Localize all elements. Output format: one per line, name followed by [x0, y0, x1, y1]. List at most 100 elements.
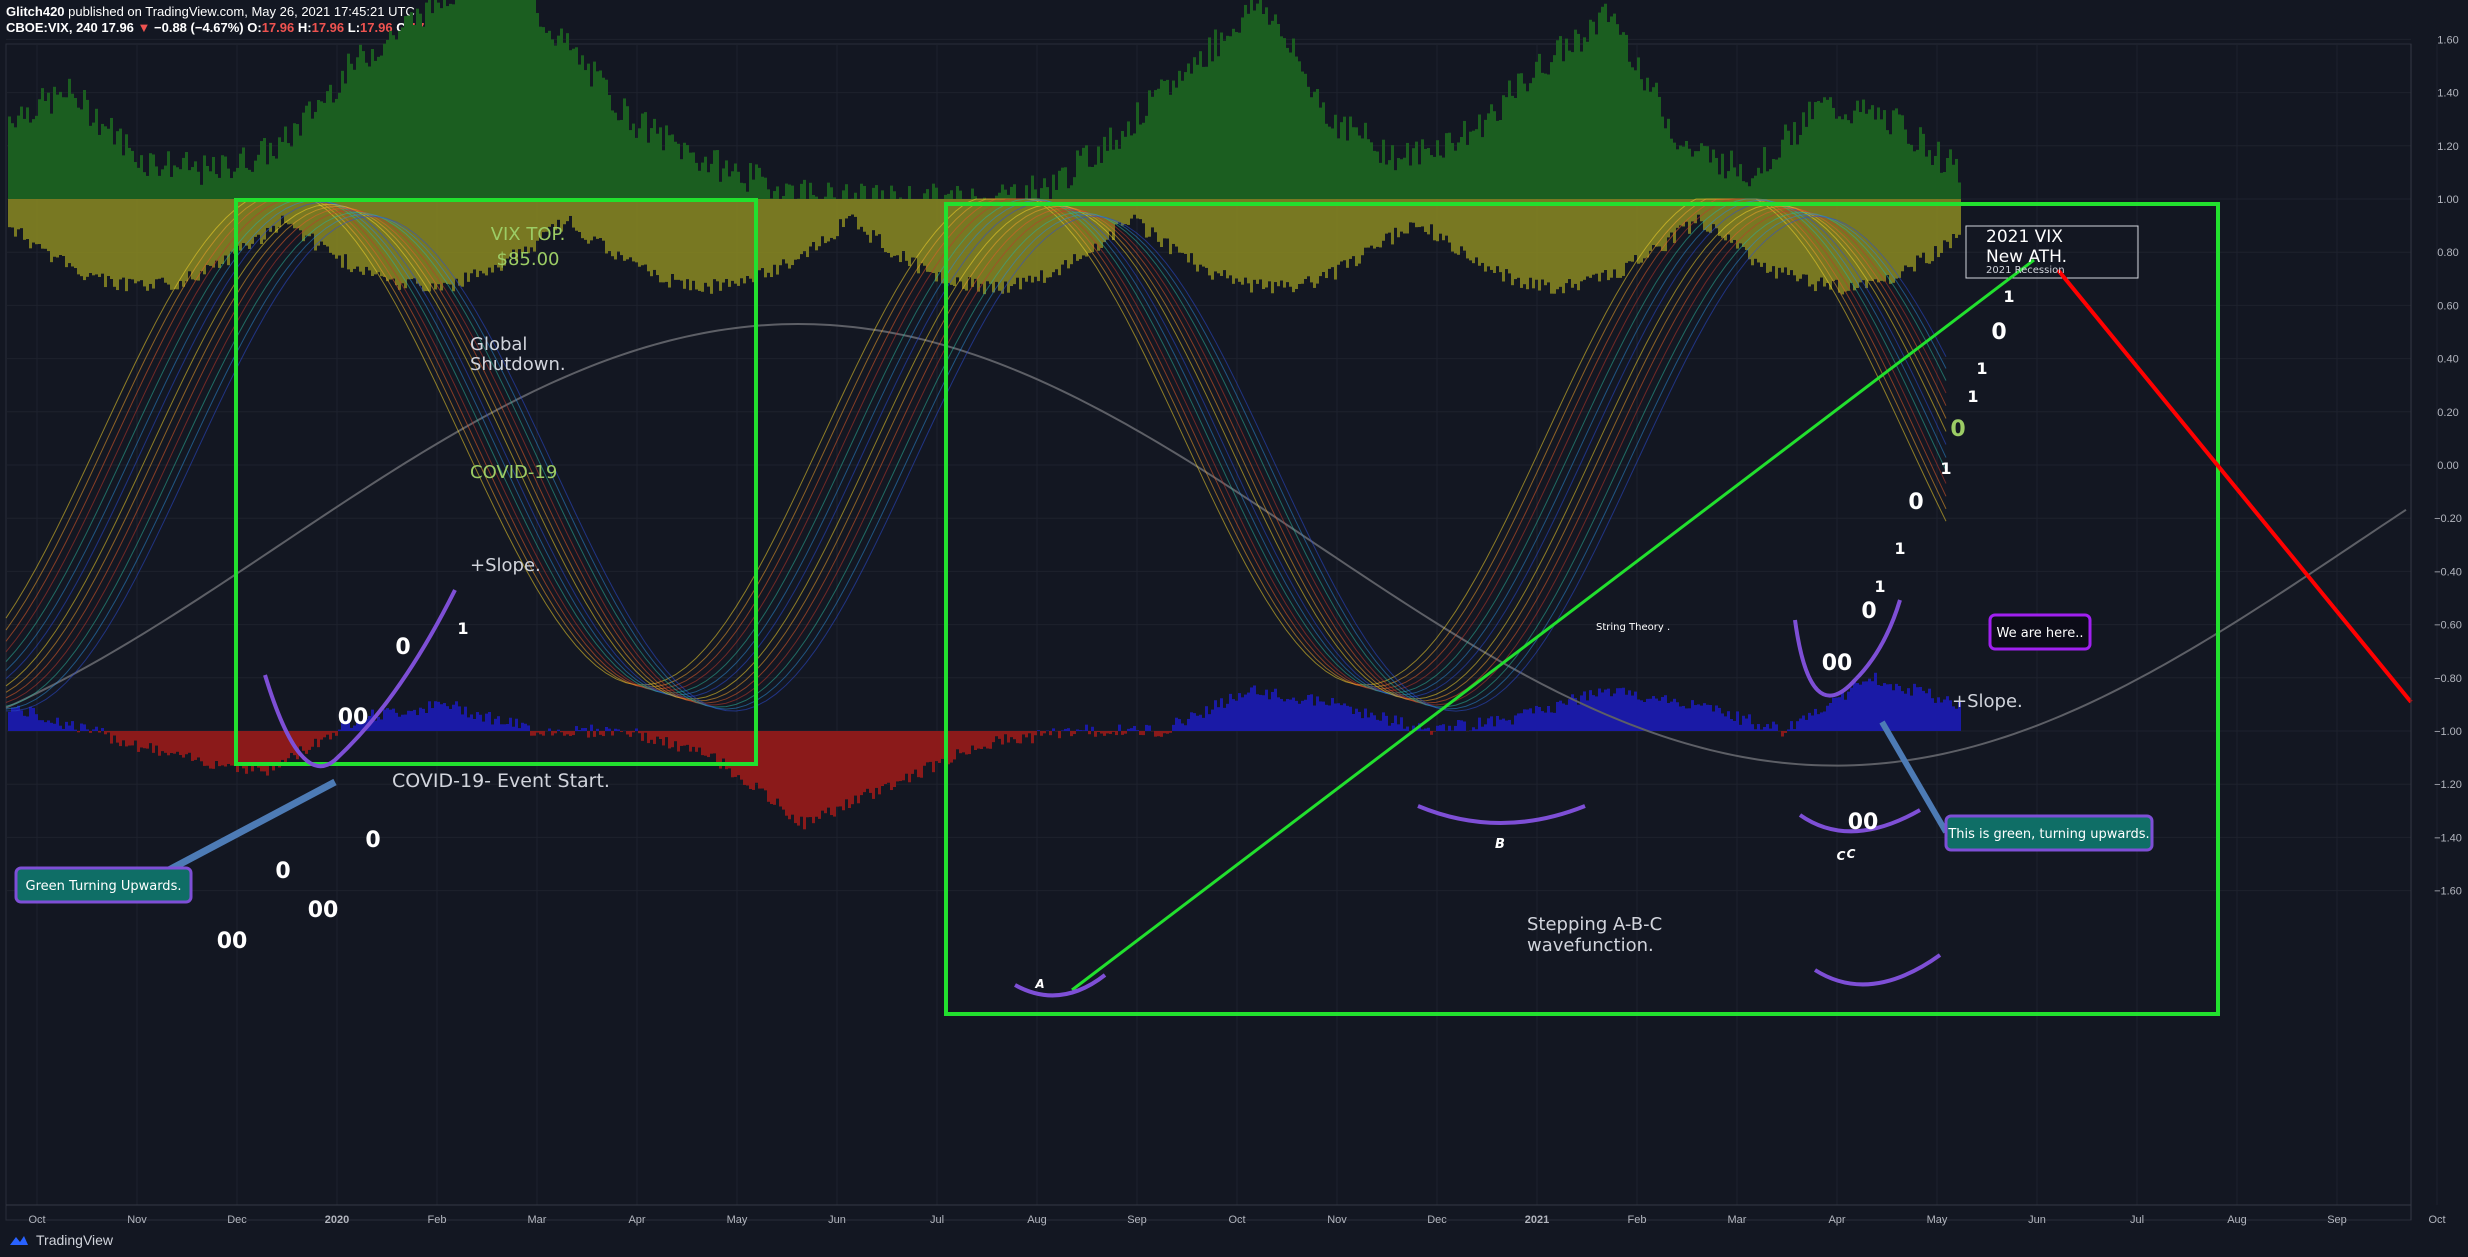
histogram-bar-upper — [1304, 73, 1307, 199]
histogram-bar-olive — [1526, 199, 1529, 290]
histogram-bar-upper — [1397, 158, 1400, 199]
histogram-bar-red — [911, 731, 914, 774]
histogram-bar-upper — [1577, 33, 1580, 199]
histogram-bar-upper — [1700, 143, 1703, 199]
histogram-bar-blue — [41, 720, 44, 731]
histogram-bar-upper — [1667, 118, 1670, 199]
histogram-bar-red — [89, 731, 92, 733]
binary-label: 0 — [1991, 320, 2006, 345]
histogram-bar-blue — [1808, 712, 1811, 731]
histogram-bar-red — [1160, 731, 1163, 737]
histogram-bar-upper — [497, 0, 500, 199]
histogram-bar-red — [776, 731, 779, 799]
histogram-bar-red — [1142, 731, 1145, 736]
histogram-bar-olive — [1538, 199, 1541, 291]
histogram-bar-olive — [470, 199, 473, 274]
histogram-bar-upper — [1421, 139, 1424, 199]
histogram-bar-blue — [401, 714, 404, 731]
histogram-bar-upper — [1220, 32, 1223, 200]
histogram-bar-upper — [1235, 32, 1238, 200]
chart-canvas[interactable]: VIX TOP.$85.00GlobalShutdown.COVID-19+Sl… — [0, 0, 2468, 1257]
histogram-bar-upper — [251, 171, 254, 199]
histogram-bar-blue — [1265, 689, 1268, 731]
x-tick-label: Oct — [28, 1214, 45, 1226]
histogram-bar-red — [620, 731, 623, 732]
binary-label: 00 — [217, 929, 248, 954]
histogram-bar-upper — [1847, 120, 1850, 199]
histogram-bar-upper — [95, 108, 98, 199]
histogram-bar-olive — [464, 199, 467, 273]
histogram-bar-upper — [38, 99, 41, 199]
histogram-bar-upper — [1373, 150, 1376, 199]
histogram-bar-blue — [425, 712, 428, 731]
histogram-bar-upper — [1805, 126, 1808, 199]
histogram-bar-blue — [413, 709, 416, 731]
histogram-bar-upper — [737, 171, 740, 199]
histogram-bar-blue — [1574, 697, 1577, 731]
histogram-bar-blue — [1622, 687, 1625, 731]
histogram-bar-blue — [1793, 729, 1796, 731]
histogram-bar-upper — [473, 0, 476, 200]
histogram-bar-upper — [1793, 122, 1796, 199]
histogram-bar-upper — [1187, 63, 1190, 200]
histogram-bar-red — [797, 731, 800, 826]
histogram-bar-upper — [137, 167, 140, 199]
histogram-bar-upper — [1076, 150, 1079, 199]
histogram-bar-blue — [1517, 713, 1520, 731]
histogram-bar-olive — [149, 199, 152, 284]
histogram-bar-olive — [728, 199, 731, 287]
histogram-bar-blue — [1172, 724, 1175, 731]
histogram-bar-red — [230, 731, 233, 766]
histogram-bar-red — [914, 731, 917, 770]
histogram-bar-upper — [827, 182, 830, 199]
histogram-bar-blue — [1769, 728, 1772, 731]
histogram-bar-upper — [1718, 174, 1721, 199]
histogram-bar-blue — [440, 704, 443, 731]
binary-label: 1 — [1967, 387, 1978, 406]
y-axis[interactable]: 2.402.202.001.801.601.401.201.000.800.60… — [2410, 0, 2462, 1220]
histogram-bar-blue — [1541, 711, 1544, 731]
histogram-bar-olive — [776, 199, 779, 275]
histogram-bar-upper — [770, 198, 773, 199]
histogram-bar-olive — [1376, 199, 1379, 247]
histogram-bar-olive — [671, 199, 674, 274]
y-tick-label: −1.20 — [2434, 779, 2462, 791]
histogram-bar-upper — [386, 39, 389, 200]
histogram-bar-upper — [1694, 151, 1697, 199]
histogram-bar-upper — [419, 13, 422, 199]
histogram-bar-olive — [476, 199, 479, 278]
histogram-bar-upper — [485, 0, 488, 199]
histogram-bar-olive — [1517, 199, 1520, 278]
histogram-bar-upper — [1367, 139, 1370, 199]
histogram-bar-upper — [431, 13, 434, 199]
histogram-bar-olive — [206, 199, 209, 266]
histogram-bar-red — [893, 731, 896, 788]
histogram-bar-upper — [1886, 130, 1889, 199]
histogram-bar-blue — [1376, 719, 1379, 731]
histogram-bar-olive — [1535, 199, 1538, 280]
histogram-bar-red — [716, 731, 719, 766]
footer-brand[interactable]: TradingView — [8, 1232, 113, 1248]
histogram-bar-olive — [1487, 199, 1490, 267]
histogram-bar-olive — [116, 199, 119, 291]
histogram-bar-olive — [1583, 199, 1586, 280]
histogram-bar-blue — [1310, 694, 1313, 731]
histogram-bar-upper — [1613, 13, 1616, 199]
histogram-bar-red — [116, 731, 119, 743]
histogram-bar-upper — [215, 174, 218, 199]
histogram-bar-upper — [1517, 73, 1520, 199]
histogram-bar-upper — [854, 192, 857, 199]
histogram-bar-upper — [392, 35, 395, 199]
histogram-bar-upper — [1052, 174, 1055, 199]
histogram-bar-upper — [116, 131, 119, 199]
histogram-bar-blue — [56, 717, 59, 731]
histogram-bar-red — [1115, 731, 1118, 736]
histogram-bar-olive — [1904, 199, 1907, 266]
histogram-bar-blue — [1286, 698, 1289, 731]
histogram-bar-olive — [746, 199, 749, 277]
histogram-bar-upper — [1901, 115, 1904, 199]
histogram-bar-olive — [1610, 199, 1613, 278]
histogram-bar-upper — [1688, 148, 1691, 199]
histogram-bar-upper — [1826, 99, 1829, 199]
histogram-bar-blue — [32, 707, 35, 731]
